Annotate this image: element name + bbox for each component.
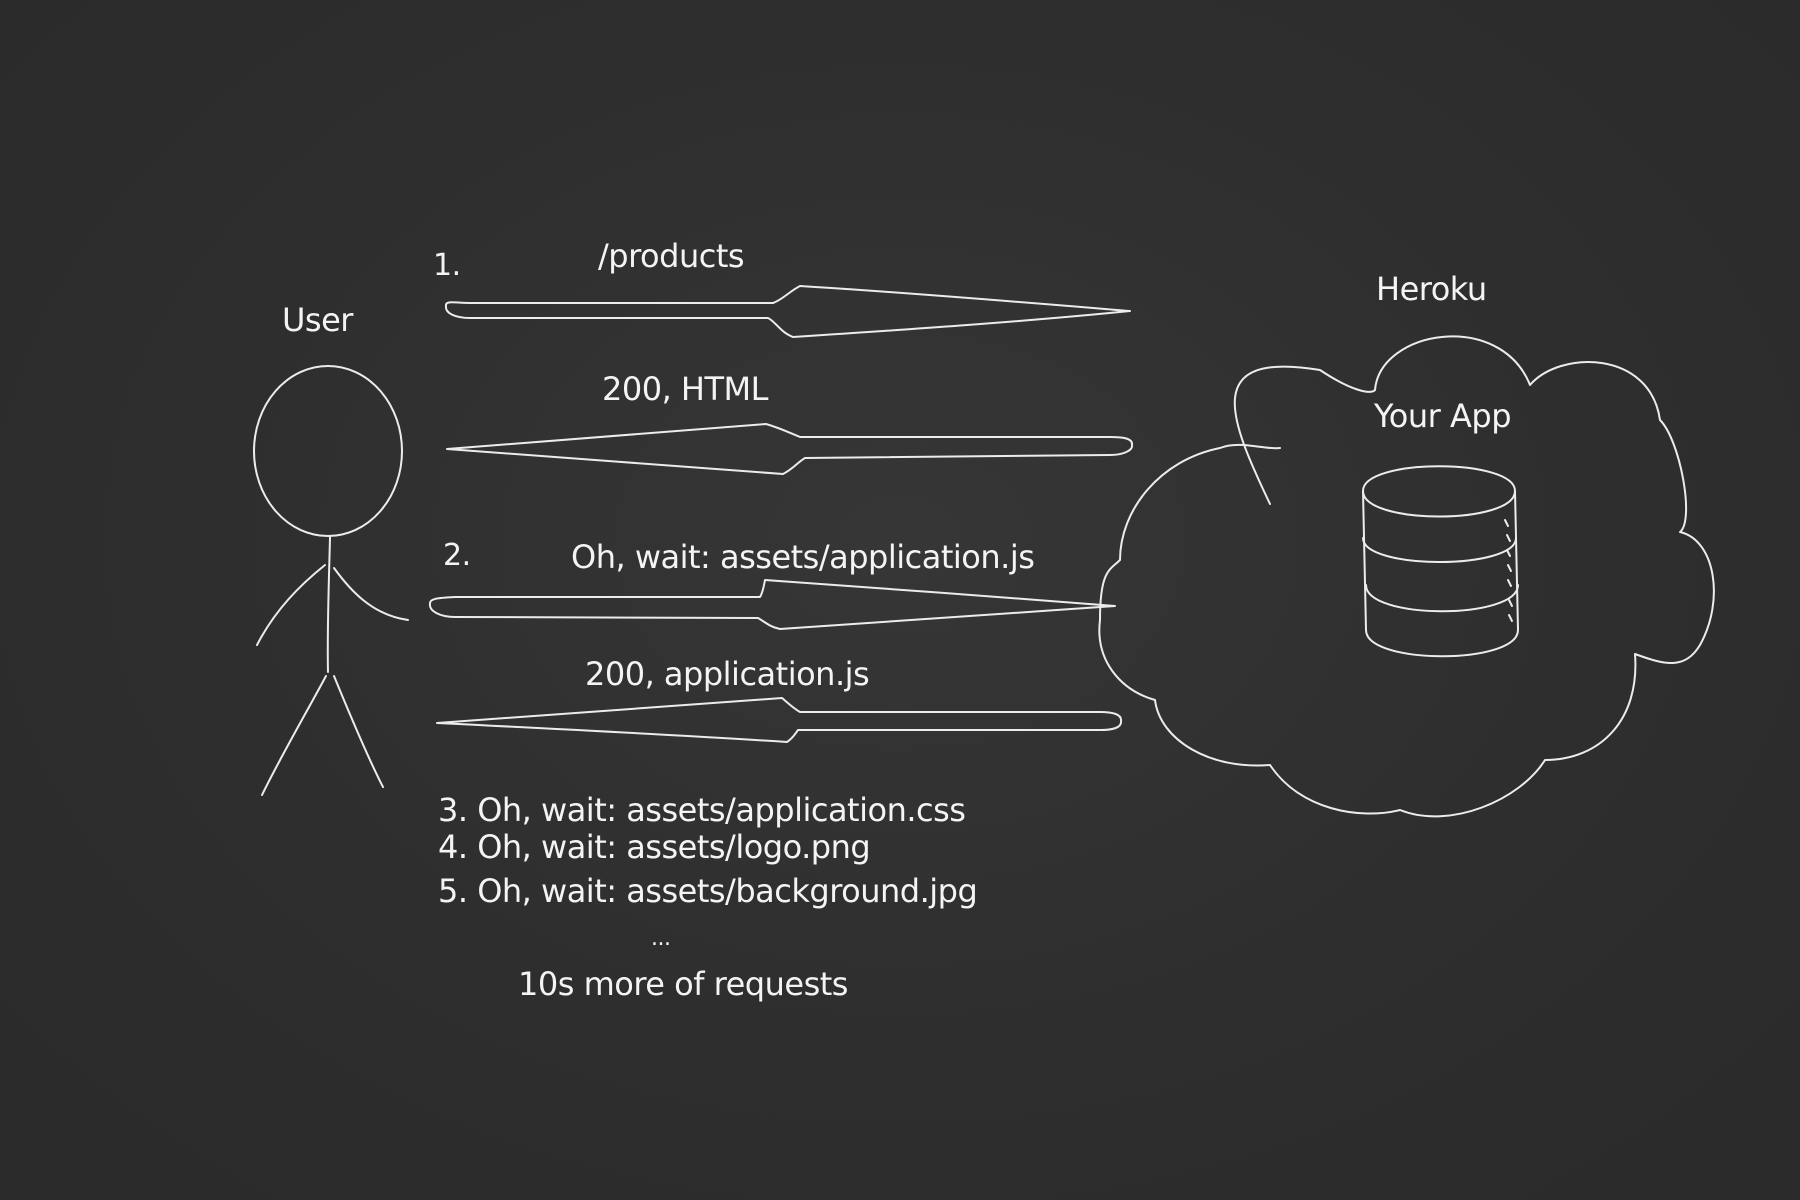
arrow-request-application-js — [428, 579, 1116, 630]
app-label: Your App — [1374, 397, 1512, 435]
stick-figure-body — [326, 536, 331, 673]
step-1-number: 1. — [433, 248, 461, 283]
arrow-response-html — [446, 423, 1134, 475]
chalkboard-diagram: User Heroku Your App 1. /products 200, H… — [0, 0, 1800, 1200]
step-2-number: 2. — [443, 538, 471, 573]
heroku-label: Heroku — [1376, 270, 1487, 308]
ellipsis: ... — [651, 926, 671, 951]
request-line-3: 3. Oh, wait: assets/application.css — [438, 791, 966, 829]
footer-note: 10s more of requests — [518, 965, 848, 1003]
step-2-request-label: Oh, wait: assets/application.js — [571, 538, 1035, 576]
stick-figure-left-leg — [261, 675, 327, 796]
stick-figure-right-leg — [333, 675, 384, 788]
arrow-response-application-js — [436, 697, 1123, 743]
stick-figure-head — [253, 365, 403, 537]
arrow-request-products — [444, 285, 1131, 338]
database-shading — [1504, 519, 1513, 622]
database-band-1 — [1362, 537, 1517, 563]
step-2-response-label: 200, application.js — [585, 655, 870, 693]
request-line-5: 5. Oh, wait: assets/background.jpg — [438, 872, 978, 910]
stick-figure-left-arm — [256, 564, 326, 646]
stick-figure-right-arm — [333, 567, 409, 621]
request-line-4: 4. Oh, wait: assets/logo.png — [438, 828, 871, 866]
step-1-request-label: /products — [598, 237, 745, 275]
database-band-2 — [1365, 584, 1519, 613]
user-label: User — [282, 301, 353, 339]
database-icon — [1362, 465, 1519, 658]
diagram-canvas — [253, 285, 1715, 818]
step-1-response-label: 200, HTML — [602, 370, 768, 408]
stick-figure-user — [253, 365, 409, 796]
database-top-rim — [1362, 490, 1516, 518]
